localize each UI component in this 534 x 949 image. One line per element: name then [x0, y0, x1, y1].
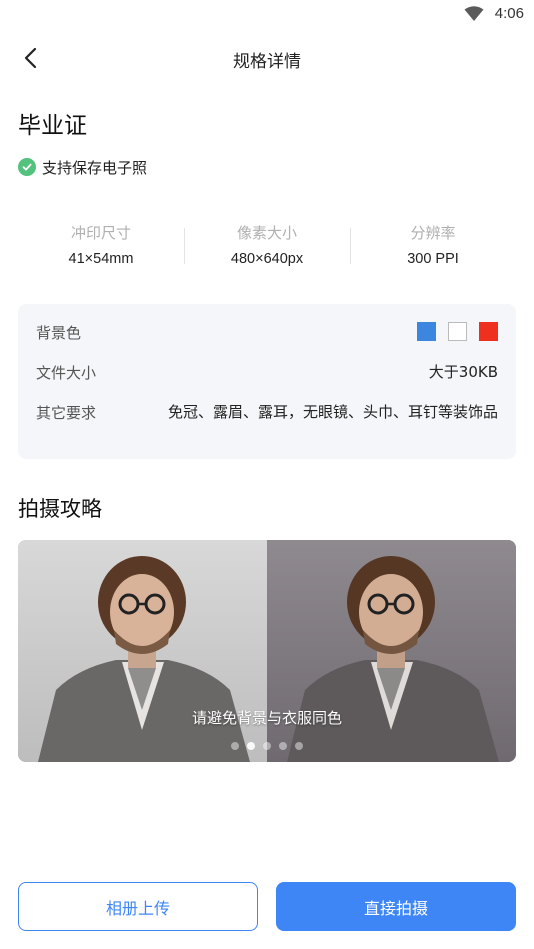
- album-upload-button[interactable]: 相册上传: [18, 882, 258, 931]
- carousel-dots: [18, 742, 516, 750]
- person-illustration: [287, 556, 499, 762]
- file-size-value: 大于30KB: [428, 363, 498, 381]
- example-photo-right: [267, 540, 516, 762]
- person-illustration: [38, 556, 250, 762]
- support-text: 支持保存电子照: [42, 158, 148, 177]
- guide-carousel[interactable]: 请避免背景与衣服同色: [18, 540, 516, 762]
- spec-print-size: 冲印尺寸 41×54mm: [18, 222, 184, 272]
- spec-pixel-size: 像素大小 480×640px: [184, 222, 350, 272]
- carousel-dot[interactable]: [279, 742, 287, 750]
- wifi-icon: [464, 6, 484, 21]
- swatch-white[interactable]: [448, 322, 467, 341]
- file-size-row: 文件大小 大于30KB: [36, 362, 498, 383]
- carousel-caption: 请避免背景与衣服同色: [191, 709, 342, 727]
- spec-value: 41×54mm: [68, 251, 134, 267]
- spec-label: 分辨率: [410, 224, 456, 242]
- product-title: 毕业证: [18, 113, 87, 139]
- swatch-red[interactable]: [479, 322, 498, 341]
- take-photo-button[interactable]: 直接拍摄: [276, 882, 516, 931]
- status-bar: 4:06: [0, 0, 534, 30]
- status-time: 4:06: [494, 5, 524, 22]
- page-title: 规格详情: [233, 52, 301, 72]
- spec-label: 像素大小: [236, 224, 297, 242]
- background-color-row: 背景色: [36, 322, 498, 343]
- carousel-dot[interactable]: [295, 742, 303, 750]
- nav-bar: 规格详情: [0, 36, 534, 82]
- specs-row: 冲印尺寸 41×54mm 像素大小 480×640px 分辨率 300 PPI: [18, 222, 516, 272]
- requirements-card: 背景色 文件大小 大于30KB 其它要求 免冠、露眉、露耳，无眼镜、头巾、耳钉等…: [18, 304, 516, 459]
- example-photo-left: [18, 540, 267, 762]
- other-requirements-value: 免冠、露眉、露耳，无眼镜、头巾、耳钉等装饰品: [168, 403, 499, 421]
- spec-label: 冲印尺寸: [70, 224, 131, 242]
- carousel-dot[interactable]: [231, 742, 239, 750]
- swatch-blue[interactable]: [417, 322, 436, 341]
- check-circle-icon: [18, 158, 36, 176]
- guide-title: 拍摄攻略: [18, 497, 102, 521]
- carousel-dot[interactable]: [247, 742, 255, 750]
- background-swatches: [417, 322, 498, 343]
- background-color-label: 背景色: [36, 324, 82, 342]
- file-size-label: 文件大小: [36, 364, 97, 382]
- other-requirements-row: 其它要求 免冠、露眉、露耳，无眼镜、头巾、耳钉等装饰品: [36, 402, 498, 423]
- other-requirements-label: 其它要求: [36, 404, 97, 422]
- spec-value: 300 PPI: [407, 251, 459, 267]
- spec-resolution: 分辨率 300 PPI: [350, 222, 516, 272]
- support-row: 支持保存电子照: [18, 156, 147, 178]
- spec-value: 480×640px: [230, 251, 304, 267]
- carousel-dot[interactable]: [263, 742, 271, 750]
